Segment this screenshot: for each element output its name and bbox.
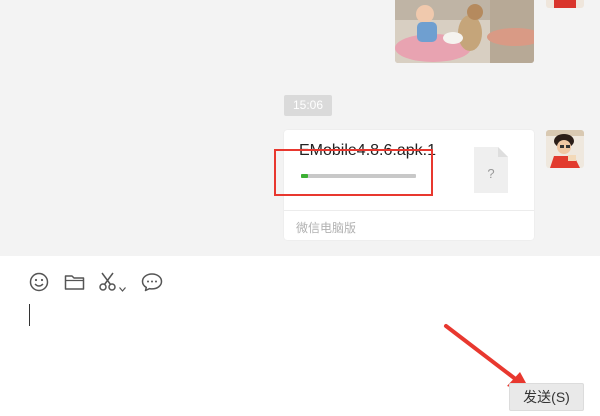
avatar[interactable] xyxy=(546,130,584,168)
divider xyxy=(284,210,534,211)
emoji-icon[interactable] xyxy=(29,272,49,297)
chevron-down-icon[interactable] xyxy=(119,279,126,297)
timestamp-badge: 15:06 xyxy=(284,95,332,116)
chat-history: 15:06 EMobile4.8.6.apk.1 ? 微信电脑版 xyxy=(0,0,600,256)
text-cursor xyxy=(29,304,30,326)
annotation-highlight-box xyxy=(274,149,433,196)
file-source-label: 微信电脑版 xyxy=(296,221,357,235)
svg-text:?: ? xyxy=(487,166,494,181)
send-button[interactable]: 发送(S) xyxy=(509,383,584,411)
file-type-icon: ? xyxy=(474,147,508,198)
avatar[interactable] xyxy=(546,0,584,8)
image-message[interactable] xyxy=(395,0,534,63)
folder-icon[interactable] xyxy=(64,272,85,297)
scissors-icon[interactable] xyxy=(98,272,118,297)
chat-bubble-icon[interactable] xyxy=(141,272,163,297)
